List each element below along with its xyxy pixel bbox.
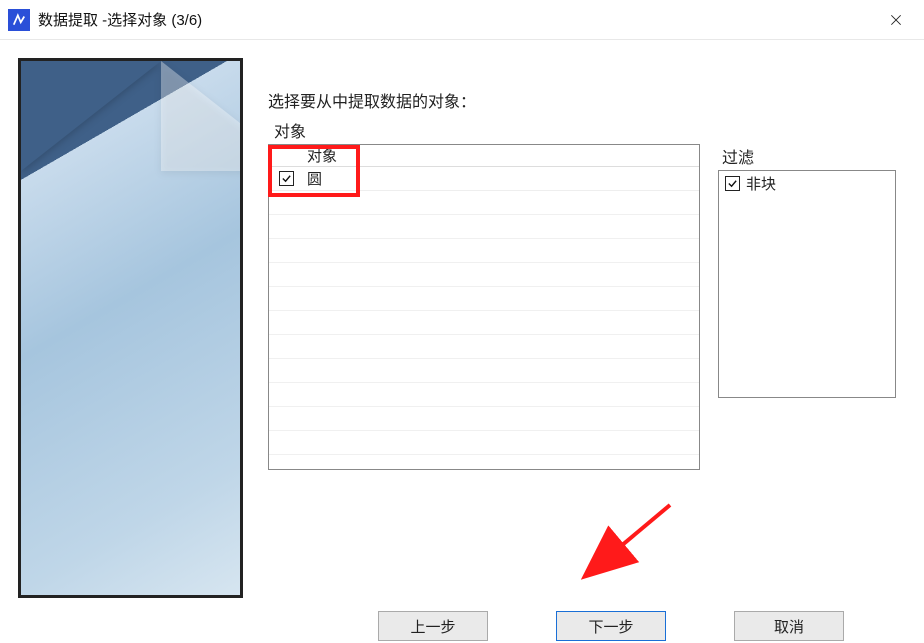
filter-list[interactable]: 非块 bbox=[718, 170, 896, 398]
filter-group: 过滤 非块 bbox=[718, 144, 896, 398]
content-area: 选择要从中提取数据的对象： 对象 对象 圆 过滤 bbox=[0, 40, 924, 643]
filter-name: 非块 bbox=[746, 173, 776, 194]
filter-checkbox[interactable] bbox=[725, 176, 740, 191]
objects-list[interactable]: 对象 圆 bbox=[268, 144, 700, 470]
back-button[interactable]: 上一步 bbox=[378, 611, 488, 641]
objects-group-label: 对象 bbox=[268, 118, 306, 144]
filter-row[interactable]: 非块 bbox=[719, 171, 895, 195]
titlebar: 数据提取 -选择对象 (3/6) bbox=[0, 0, 924, 40]
object-name: 圆 bbox=[303, 168, 322, 189]
next-button[interactable]: 下一步 bbox=[556, 611, 666, 641]
close-button[interactable] bbox=[876, 0, 916, 40]
empty-rows bbox=[269, 191, 699, 455]
page-curl-graphic bbox=[21, 61, 161, 171]
objects-list-header: 对象 bbox=[269, 145, 699, 167]
cancel-button[interactable]: 取消 bbox=[734, 611, 844, 641]
window-title: 数据提取 -选择对象 (3/6) bbox=[38, 9, 202, 30]
filter-group-label: 过滤 bbox=[718, 144, 896, 168]
object-row[interactable]: 圆 bbox=[269, 167, 699, 191]
arrow-annotation bbox=[560, 500, 680, 590]
objects-header-label: 对象 bbox=[303, 145, 337, 166]
app-icon bbox=[8, 9, 30, 31]
instruction-text: 选择要从中提取数据的对象： bbox=[268, 88, 476, 112]
object-checkbox[interactable] bbox=[279, 171, 294, 186]
preview-image bbox=[18, 58, 243, 598]
